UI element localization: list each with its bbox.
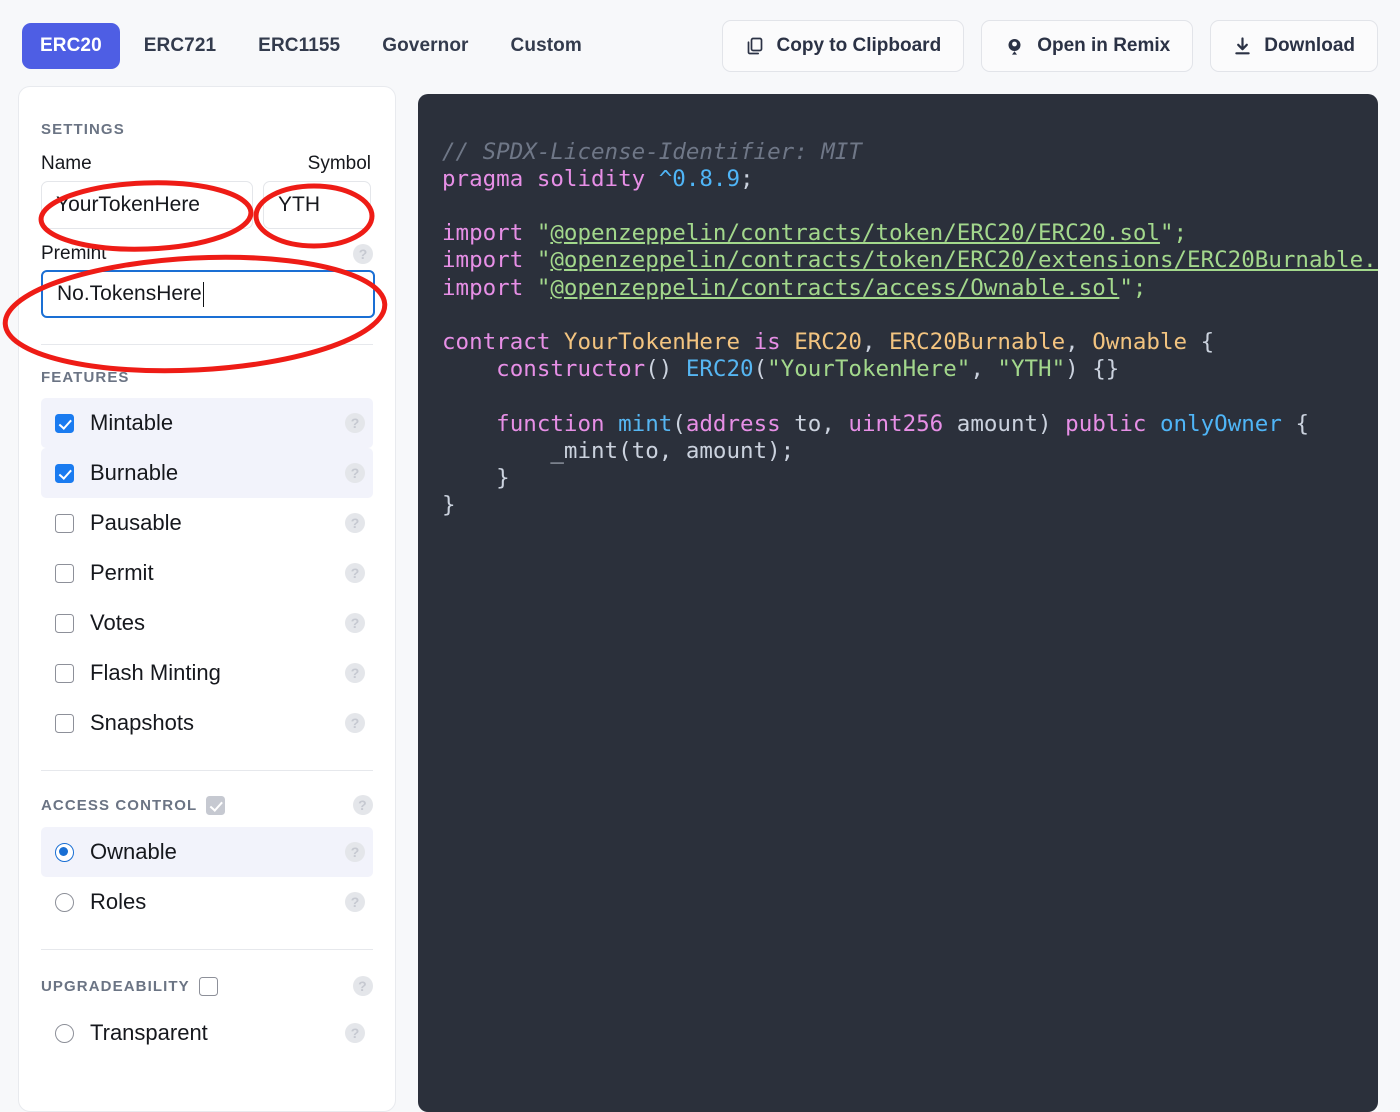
access-control-row-roles[interactable]: Roles ? (41, 877, 373, 927)
premint-help-icon[interactable]: ? (353, 244, 373, 264)
flash-minting-label: Flash Minting (90, 660, 221, 685)
flash-minting-help-icon[interactable]: ? (345, 663, 365, 683)
copy-to-clipboard-label: Copy to Clipboard (776, 35, 942, 56)
flash-minting-checkbox[interactable] (55, 663, 74, 683)
features-section-label: FEATURES (41, 369, 130, 386)
feature-row-pausable[interactable]: Pausable ? (41, 498, 373, 548)
access-control-row-ownable[interactable]: Ownable ? (41, 827, 373, 877)
name-symbol-row: Name YourTokenHere Symbol YTH (41, 153, 373, 229)
votes-help-icon[interactable]: ? (345, 613, 365, 633)
name-label: Name (41, 153, 92, 174)
access-control-section-header: ACCESS CONTROL ? (41, 795, 373, 815)
snapshots-label: Snapshots (90, 710, 194, 735)
snapshots-help-icon[interactable]: ? (345, 713, 365, 733)
name-input[interactable]: YourTokenHere (41, 181, 253, 229)
symbol-label: Symbol (307, 153, 371, 174)
download-label: Download (1264, 35, 1355, 56)
premint-label: Premint (41, 243, 107, 264)
upgradeability-help-icon[interactable]: ? (353, 976, 373, 996)
upgradeability-section-label: UPGRADEABILITY (41, 977, 190, 995)
mintable-help-icon[interactable]: ? (345, 413, 365, 433)
download-button[interactable]: Download (1210, 20, 1378, 72)
transparent-label: Transparent (90, 1020, 208, 1045)
access-control-list: Ownable ? Roles ? (41, 827, 373, 927)
tab-erc721[interactable]: ERC721 (126, 23, 234, 69)
access-control-checkbox[interactable] (206, 795, 226, 815)
pausable-checkbox[interactable] (55, 513, 74, 533)
snapshots-checkbox[interactable] (55, 713, 74, 733)
divider-features (41, 770, 373, 771)
premint-input-value: No.TokensHere (57, 282, 202, 305)
feature-row-flash-minting[interactable]: Flash Minting ? (41, 648, 373, 698)
burnable-label: Burnable (90, 460, 179, 485)
access-control-section-label: ACCESS CONTROL (41, 796, 198, 814)
feature-row-burnable[interactable]: Burnable ? (41, 448, 373, 498)
features-list: Mintable ? Burnable ? Pausable ? Permit … (41, 398, 373, 748)
feature-row-permit[interactable]: Permit ? (41, 548, 373, 598)
tab-erc20[interactable]: ERC20 (22, 23, 120, 69)
copy-icon (745, 36, 765, 56)
settings-sidebar: SETTINGS Name YourTokenHere Symbol YTH P… (18, 86, 396, 1112)
features-section-header: FEATURES (41, 369, 373, 386)
ownable-help-icon[interactable]: ? (345, 842, 365, 862)
solidity-source-code: // SPDX-License-Identifier: MIT pragma s… (442, 138, 1378, 519)
tab-custom[interactable]: Custom (493, 23, 600, 69)
premint-header: Premint ? (41, 243, 373, 265)
upgradeability-row-transparent[interactable]: Transparent ? (41, 1008, 373, 1058)
symbol-input[interactable]: YTH (263, 181, 371, 229)
ownable-radio[interactable] (55, 842, 74, 862)
symbol-field-group: Symbol YTH (263, 153, 371, 229)
votes-checkbox[interactable] (55, 613, 74, 633)
pausable-label: Pausable (90, 510, 182, 535)
settings-section-label: SETTINGS (41, 121, 125, 138)
tab-erc1155[interactable]: ERC1155 (240, 23, 358, 69)
tab-governor[interactable]: Governor (364, 23, 486, 69)
permit-label: Permit (90, 560, 154, 585)
burnable-help-icon[interactable]: ? (345, 463, 365, 483)
divider-settings (41, 344, 373, 345)
access-control-help-icon[interactable]: ? (353, 795, 373, 815)
pausable-help-icon[interactable]: ? (345, 513, 365, 533)
open-in-remix-button[interactable]: Open in Remix (981, 20, 1194, 72)
mintable-label: Mintable (90, 410, 174, 435)
remix-icon (1004, 36, 1025, 57)
mintable-checkbox[interactable] (55, 413, 74, 433)
settings-section-header: SETTINGS (41, 121, 373, 138)
top-bar-actions: Copy to Clipboard Open in Remix Download (721, 20, 1378, 72)
roles-label: Roles (90, 889, 147, 914)
copy-to-clipboard-button[interactable]: Copy to Clipboard (721, 20, 965, 72)
transparent-help-icon[interactable]: ? (345, 1023, 365, 1043)
premint-input[interactable]: No.TokensHere (41, 270, 375, 318)
roles-radio[interactable] (55, 892, 74, 912)
top-bar: ERC20 ERC721 ERC1155 Governor Custom Cop… (0, 0, 1400, 92)
feature-row-snapshots[interactable]: Snapshots ? (41, 698, 373, 748)
roles-help-icon[interactable]: ? (345, 892, 365, 912)
permit-help-icon[interactable]: ? (345, 563, 365, 583)
burnable-checkbox[interactable] (55, 463, 74, 483)
transparent-radio[interactable] (55, 1023, 74, 1043)
upgradeability-list: Transparent ? (41, 1008, 373, 1058)
upgradeability-checkbox[interactable] (198, 976, 218, 996)
ownable-label: Ownable (90, 839, 177, 864)
votes-label: Votes (90, 610, 146, 635)
feature-row-votes[interactable]: Votes ? (41, 598, 373, 648)
permit-checkbox[interactable] (55, 563, 74, 583)
feature-row-mintable[interactable]: Mintable ? (41, 398, 373, 448)
contract-type-tabs: ERC20 ERC721 ERC1155 Governor Custom (22, 23, 600, 69)
upgradeability-section-header: UPGRADEABILITY ? (41, 976, 373, 996)
text-caret (202, 281, 204, 307)
code-preview-panel[interactable]: // SPDX-License-Identifier: MIT pragma s… (418, 94, 1378, 1112)
name-field-group: Name YourTokenHere (41, 153, 253, 229)
open-in-remix-label: Open in Remix (1037, 35, 1171, 56)
divider-access-control (41, 949, 373, 950)
premint-field-group: Premint ? No.TokensHere (41, 243, 375, 318)
download-icon (1233, 36, 1252, 56)
